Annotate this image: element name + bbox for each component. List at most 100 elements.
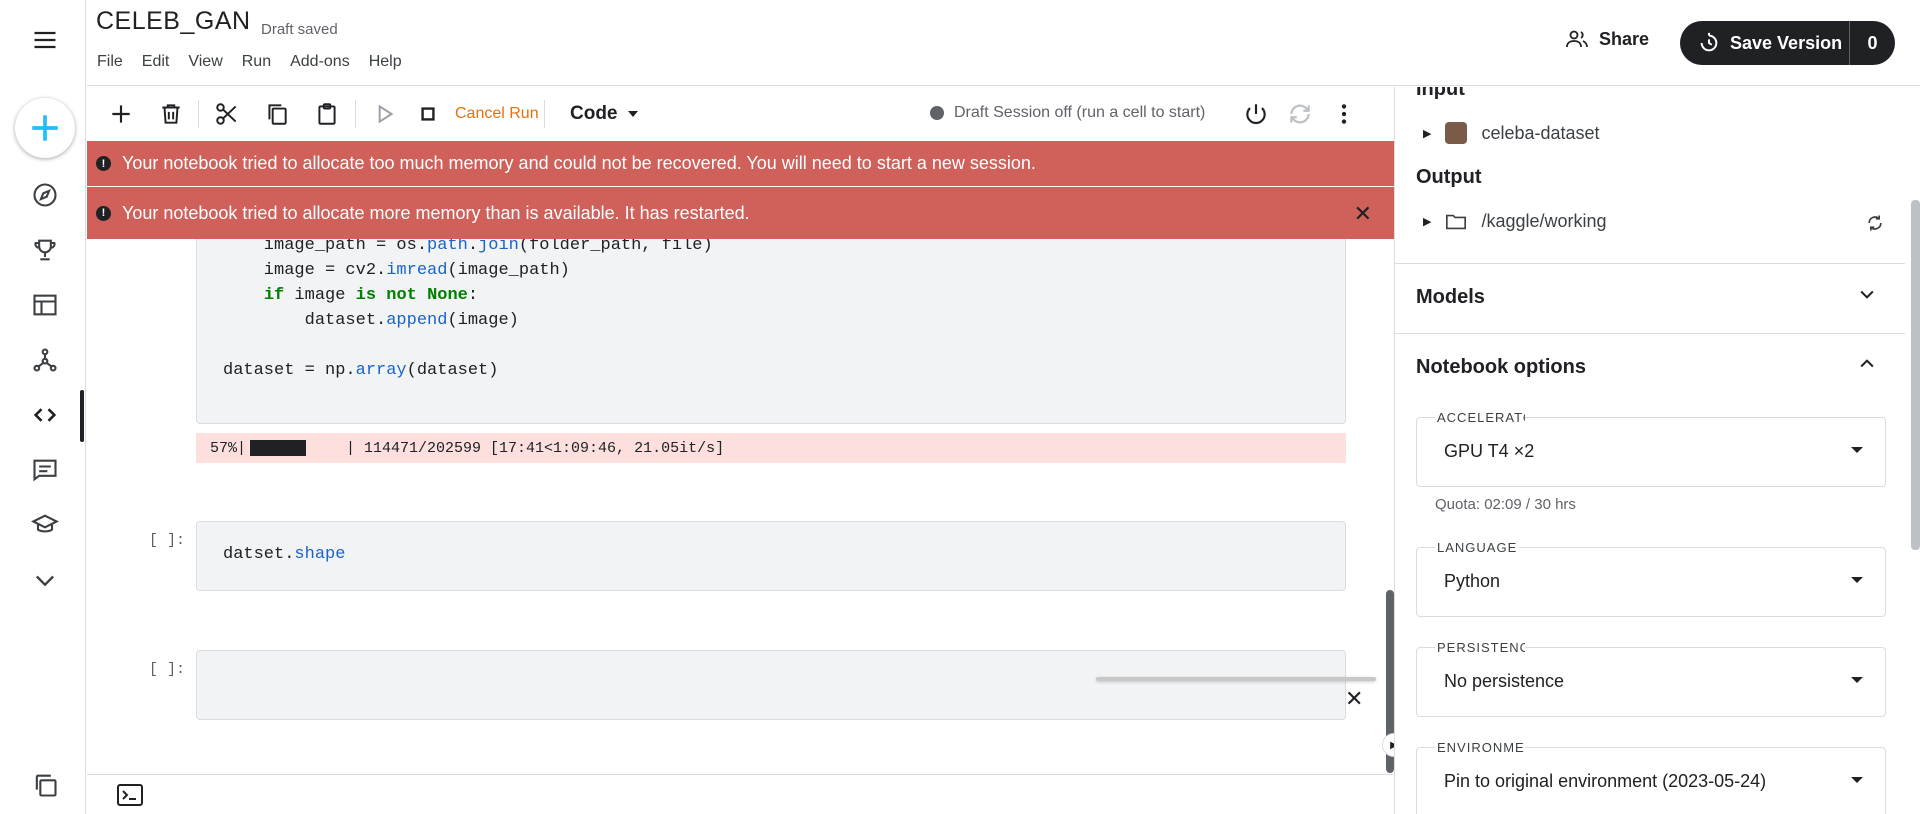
dropdown-arrow-icon	[1851, 777, 1863, 783]
folder-icon	[1446, 214, 1467, 229]
notebook-options-label: Notebook options	[1416, 356, 1586, 378]
menu-help[interactable]: Help	[369, 53, 402, 71]
code-icon[interactable]	[27, 397, 63, 433]
persistence-select[interactable]: PERSISTENCE No persistence	[1416, 640, 1886, 717]
code-line: datset.shape	[223, 545, 345, 564]
cell-prompt: [ ]:	[149, 532, 186, 549]
language-select[interactable]: LANGUAGE Python	[1416, 540, 1886, 617]
discussion-icon[interactable]	[27, 452, 63, 488]
copy-cell-icon[interactable]	[260, 97, 294, 131]
language-label: LANGUAGE	[1435, 540, 1520, 555]
code-line: image = cv2.imread(image_path)	[223, 261, 570, 280]
error-icon: !	[96, 205, 111, 221]
save-version-label: Save Version	[1730, 32, 1843, 53]
menu-view[interactable]: View	[188, 53, 222, 71]
session-status: Draft Session off (run a cell to start)	[930, 104, 1205, 122]
version-count[interactable]: 0	[1850, 33, 1895, 54]
menu-file[interactable]: File	[97, 53, 123, 71]
code-line: image_path = os.path.join(folder_path, f…	[223, 239, 713, 255]
code-line: dataset.append(image)	[223, 311, 519, 330]
table-icon[interactable]	[27, 287, 63, 323]
delete-icon[interactable]	[154, 97, 188, 131]
cell2-var: datset.	[223, 545, 295, 564]
close-icon[interactable]: ✕	[1345, 686, 1363, 712]
code-cell-2[interactable]: datset.shape	[196, 521, 1346, 591]
create-button[interactable]	[15, 98, 75, 158]
notebook-header: CELEB_GAN Draft saved File Edit View Run…	[87, 0, 1920, 86]
dataset-thumbnail-icon	[1445, 122, 1468, 144]
trophy-icon[interactable]	[27, 232, 63, 268]
chevron-up-icon[interactable]	[1857, 354, 1877, 380]
chevron-down-icon[interactable]	[1857, 284, 1877, 310]
menu-addons[interactable]: Add-ons	[290, 53, 350, 71]
environment-select[interactable]: ENVIRONMENT Pin to original environment …	[1416, 740, 1886, 814]
input-heading: Input	[1416, 87, 1465, 100]
draft-status: Draft saved	[261, 21, 338, 38]
cell-prompt: [ ]:	[149, 661, 186, 678]
environment-label: ENVIRONMENT	[1435, 740, 1525, 755]
share-button[interactable]: Share	[1565, 27, 1649, 51]
notebook-toolbar: Cancel Run Code Draft Session off (run a…	[87, 87, 1394, 140]
gpu-quota: Quota: 02:09 / 30 hrs	[1435, 496, 1576, 513]
notebook-options-section[interactable]: Notebook options	[1395, 333, 1905, 403]
notebook-title[interactable]: CELEB_GAN	[96, 7, 251, 36]
restart-icon[interactable]	[1283, 97, 1317, 131]
dropdown-arrow-icon	[1851, 447, 1863, 453]
models-section[interactable]: Models	[1395, 263, 1905, 333]
close-icon[interactable]: ✕	[1354, 201, 1372, 227]
power-icon[interactable]	[1239, 97, 1273, 131]
learn-icon[interactable]	[27, 507, 63, 543]
session-status-dot	[930, 106, 944, 120]
active-nav-indicator	[80, 390, 84, 442]
expand-icon[interactable]: ▶	[1423, 215, 1431, 228]
environment-value: Pin to original environment (2023-05-24)	[1444, 771, 1767, 791]
menu-edit[interactable]: Edit	[142, 53, 170, 71]
progress-percent: 57%|	[210, 439, 247, 457]
accelerator-label: ACCELERATOR	[1435, 410, 1525, 425]
console-icon[interactable]	[116, 783, 144, 812]
dropdown-arrow-icon	[1851, 677, 1863, 683]
copy-icon[interactable]	[27, 767, 63, 803]
refresh-icon[interactable]	[1865, 213, 1885, 238]
accelerator-value: GPU T4 ×2	[1444, 441, 1535, 461]
progress-bar	[250, 440, 307, 456]
right-panel-scrollbar[interactable]	[1911, 200, 1920, 550]
menu-bar: File Edit View Run Add-ons Help	[97, 53, 421, 71]
run-icon[interactable]	[367, 97, 401, 131]
memory-restart-text: Your notebook tried to allocate more mem…	[122, 202, 750, 223]
floating-divider	[1096, 677, 1376, 681]
menu-icon[interactable]	[27, 22, 63, 58]
add-cell-icon[interactable]	[104, 97, 138, 131]
persistence-value: No persistence	[1444, 671, 1565, 691]
cell-type-select[interactable]: Code	[570, 103, 638, 125]
output-folder-item[interactable]: ▶ /kaggle/working	[1423, 211, 1607, 232]
cut-icon[interactable]	[210, 97, 244, 131]
code-cell-3[interactable]	[196, 650, 1346, 720]
more-options-icon[interactable]	[1327, 97, 1361, 131]
save-version-button[interactable]: Save Version 0	[1680, 21, 1895, 65]
output-folder-name: /kaggle/working	[1481, 211, 1607, 231]
history-icon	[1700, 32, 1718, 52]
accelerator-select[interactable]: ACCELERATOR GPU T4 ×2	[1416, 410, 1886, 487]
memory-restart-banner: ! Your notebook tried to allocate more m…	[87, 187, 1394, 239]
left-nav-rail	[0, 0, 86, 814]
memory-error-text: Your notebook tried to allocate too much…	[122, 153, 1036, 173]
paste-icon[interactable]	[310, 97, 344, 131]
stop-icon[interactable]	[411, 97, 445, 131]
more-icon[interactable]	[27, 562, 63, 598]
code-line: dataset = np.array(dataset)	[223, 361, 499, 380]
language-value: Python	[1444, 571, 1501, 591]
expand-icon[interactable]: ▶	[1423, 127, 1431, 140]
models-icon[interactable]	[27, 342, 63, 378]
menu-run[interactable]: Run	[242, 53, 271, 71]
code-cell-1[interactable]: for file in tqdm.tqdm(image_files): imag…	[196, 239, 1346, 424]
cell2-attr: shape	[294, 545, 346, 564]
caret-down-icon	[627, 111, 638, 117]
input-dataset-name: celeba-dataset	[1481, 122, 1600, 143]
progress-detail: | 114471/202599 [17:41<1:09:46, 21.05it/…	[346, 439, 725, 457]
input-dataset-item[interactable]: ▶ celeba-dataset	[1423, 122, 1600, 144]
cancel-run-button[interactable]: Cancel Run	[455, 105, 539, 123]
right-panel: Input ▶ celeba-dataset Output ▶ /kaggle/…	[1394, 87, 1920, 814]
memory-error-banner: ! Your notebook tried to allocate too mu…	[87, 141, 1394, 186]
explore-icon[interactable]	[27, 177, 63, 213]
